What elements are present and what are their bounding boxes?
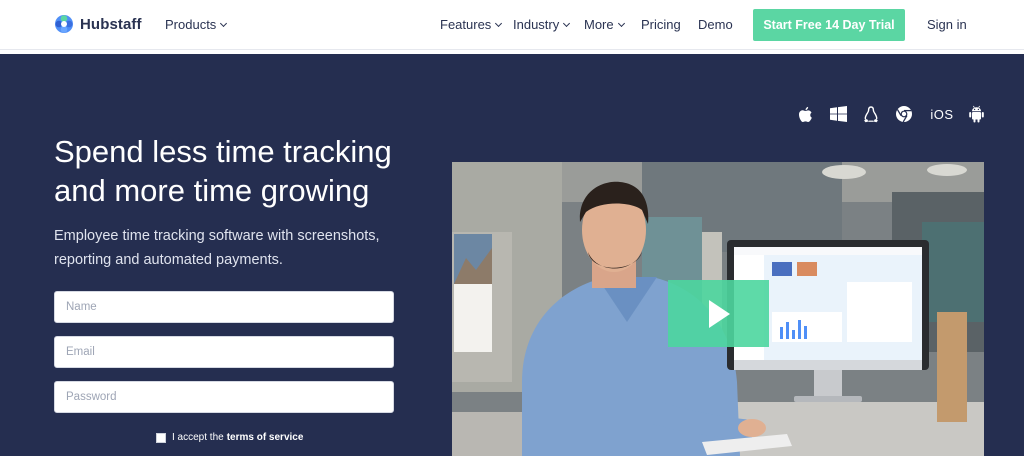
top-navbar: Hubstaff Products Features Industry More… bbox=[0, 0, 1024, 50]
start-trial-button[interactable]: Start Free 14 Day Trial bbox=[753, 9, 905, 41]
hubstaff-logo-icon bbox=[55, 15, 73, 33]
chrome-platform[interactable] bbox=[895, 106, 913, 123]
chevron-down-icon bbox=[563, 19, 571, 27]
play-icon bbox=[708, 299, 730, 328]
nav-more-label: More bbox=[584, 17, 614, 32]
nav-features[interactable]: Features bbox=[440, 17, 503, 32]
hubstaff-logo[interactable]: Hubstaff bbox=[54, 14, 142, 34]
chevron-down-icon bbox=[220, 19, 228, 27]
apple-icon bbox=[799, 106, 812, 122]
linux-platform[interactable] bbox=[863, 105, 879, 122]
android-platform[interactable] bbox=[968, 105, 985, 123]
terms-prefix: I accept the bbox=[172, 432, 224, 443]
nav-products[interactable]: Products bbox=[165, 17, 228, 32]
sign-in-link[interactable]: Sign in bbox=[927, 17, 967, 32]
hero-headline: Spend less time tracking and more time g… bbox=[54, 134, 392, 208]
nav-pricing[interactable]: Pricing bbox=[641, 17, 681, 32]
nav-products-label: Products bbox=[165, 17, 217, 32]
terms-of-service-link[interactable]: terms of service bbox=[227, 432, 304, 443]
hero-subtext: Employee time tracking software with scr… bbox=[54, 228, 380, 268]
play-button[interactable] bbox=[668, 280, 769, 347]
nav-features-label: Features bbox=[440, 17, 492, 32]
nav-industry-label: Industry bbox=[513, 17, 560, 32]
linux-icon bbox=[864, 105, 878, 122]
terms-checkbox[interactable] bbox=[156, 432, 166, 443]
password-input[interactable] bbox=[54, 381, 394, 413]
brand-name: Hubstaff bbox=[80, 15, 142, 33]
terms-row: I accept the terms of service bbox=[156, 432, 303, 443]
windows-platform[interactable] bbox=[829, 106, 847, 122]
apple-platform[interactable] bbox=[797, 106, 814, 122]
nav-industry[interactable]: Industry bbox=[513, 17, 571, 32]
intro-video[interactable] bbox=[452, 162, 984, 456]
chevron-down-icon bbox=[617, 19, 625, 27]
windows-icon bbox=[829, 106, 847, 122]
android-icon bbox=[969, 105, 984, 123]
chrome-icon bbox=[896, 106, 912, 123]
chevron-down-icon bbox=[495, 19, 503, 27]
email-input[interactable] bbox=[54, 336, 394, 368]
ios-platform[interactable]: iOS bbox=[929, 106, 955, 122]
ios-label: iOS bbox=[930, 106, 954, 122]
name-input[interactable] bbox=[54, 291, 394, 323]
hero-section: Spend less time tracking and more time g… bbox=[0, 54, 1024, 456]
nav-demo[interactable]: Demo bbox=[698, 17, 733, 32]
nav-more[interactable]: More bbox=[584, 17, 625, 32]
